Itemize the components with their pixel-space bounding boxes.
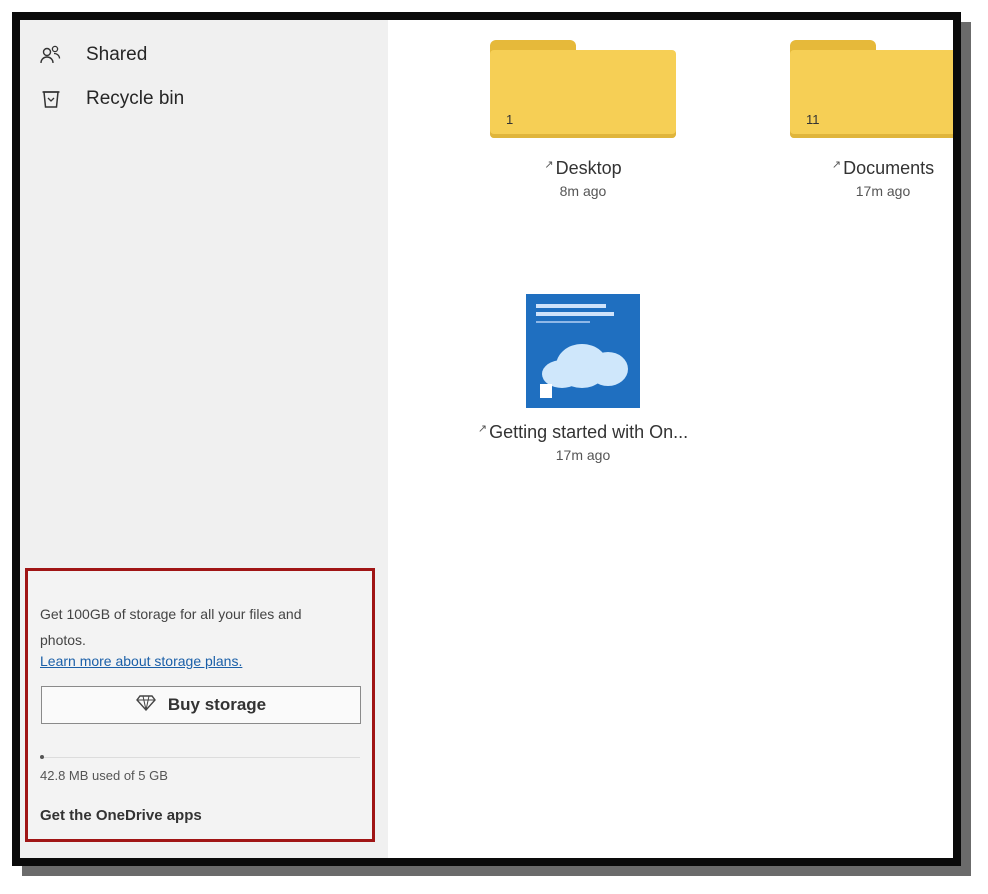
- sidebar-item-recycle-bin[interactable]: Recycle bin: [38, 86, 184, 112]
- shared-indicator-icon: ↗: [831, 159, 842, 171]
- sidebar-item-label: Recycle bin: [86, 88, 185, 109]
- item-modified: 17m ago: [555, 447, 611, 463]
- item-modified: 17m ago: [855, 183, 911, 199]
- folder-tile-documents[interactable]: 11 ↗ Documents 17m ago: [790, 40, 953, 199]
- item-name: ↗ Getting started with On...: [440, 422, 726, 443]
- folder-icon: 1: [490, 40, 676, 140]
- folder-item-count: 1: [506, 112, 514, 127]
- item-name-text: Getting started with On...: [489, 422, 689, 442]
- buy-storage-label: Buy storage: [167, 695, 267, 714]
- item-name: ↗ Documents: [790, 158, 953, 179]
- item-name-text: Documents: [843, 158, 935, 178]
- onedrive-window: Shared Recycle bin Get 100GB of storage …: [12, 12, 961, 866]
- sidebar-item-shared[interactable]: Shared: [38, 42, 147, 68]
- shared-indicator-icon: ↗: [477, 423, 488, 435]
- sidebar: Shared Recycle bin Get 100GB of storage …: [20, 20, 388, 858]
- item-name: ↗ Desktop: [490, 158, 676, 179]
- folder-item-count: 11: [806, 112, 820, 127]
- storage-usage-fill: [40, 755, 44, 759]
- learn-more-link[interactable]: Learn more about storage plans.: [40, 653, 242, 669]
- diamond-icon: [135, 694, 156, 716]
- storage-usage-bar: [40, 757, 360, 758]
- document-thumbnail: [526, 294, 640, 408]
- shared-people-icon: [38, 42, 64, 68]
- storage-panel: Get 100GB of storage for all your files …: [25, 568, 375, 842]
- storage-promo-text: Get 100GB of storage for all your files …: [40, 606, 302, 648]
- document-tile-getting-started[interactable]: ↗ Getting started with On... 17m ago: [440, 294, 726, 463]
- recycle-bin-icon: [38, 86, 64, 112]
- buy-storage-button[interactable]: Buy storage: [41, 686, 361, 724]
- shared-indicator-icon: ↗: [544, 159, 554, 171]
- get-apps-link[interactable]: Get the OneDrive apps: [40, 807, 202, 824]
- sidebar-item-label: Shared: [86, 44, 148, 65]
- storage-usage-text: 42.8 MB used of 5 GB: [40, 768, 168, 783]
- file-grid: 1 ↗ Desktop 8m ago 11 ↗ Documents 17m ago: [388, 20, 953, 858]
- item-name-text: Desktop: [555, 158, 622, 178]
- item-modified: 8m ago: [559, 183, 607, 199]
- folder-tile-desktop[interactable]: 1 ↗ Desktop 8m ago: [490, 40, 676, 199]
- folder-icon: 11: [790, 40, 953, 140]
